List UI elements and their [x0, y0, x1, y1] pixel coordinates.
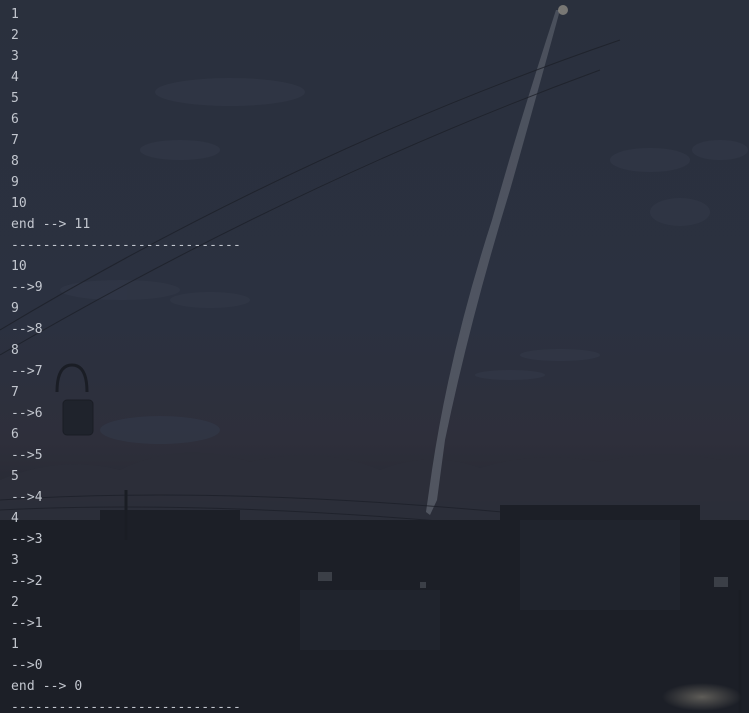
- console-line: -->0: [11, 658, 43, 673]
- console-line: -->9: [11, 280, 43, 295]
- console-line: 8: [11, 154, 19, 169]
- console-line: 7: [11, 133, 19, 148]
- console-line: -->8: [11, 322, 43, 337]
- console-line: 3: [11, 553, 19, 568]
- console-line: 9: [11, 301, 19, 316]
- console-line: 5: [11, 469, 19, 484]
- console-line: -----------------------------: [11, 238, 241, 253]
- console-line: 9: [11, 175, 19, 190]
- console-line: end --> 0: [11, 679, 83, 694]
- console-line: end --> 11: [11, 217, 91, 232]
- console-line: 4: [11, 70, 19, 85]
- console-line: -->1: [11, 616, 43, 631]
- console-line: -->5: [11, 448, 43, 463]
- console-line: 4: [11, 511, 19, 526]
- console-line: 1: [11, 7, 19, 22]
- console-line: 7: [11, 385, 19, 400]
- console-line: -->4: [11, 490, 43, 505]
- console-line: 8: [11, 343, 19, 358]
- console-line: -->2: [11, 574, 43, 589]
- console-line: -----------------------------: [11, 700, 241, 713]
- console-line: 2: [11, 595, 19, 610]
- console-line: 2: [11, 28, 19, 43]
- console-line: 6: [11, 112, 19, 127]
- console-line: -->7: [11, 364, 43, 379]
- console-line: 10: [11, 259, 27, 274]
- console-output: 1 2 3 4 5 6 7 8 9 10 end --> 11 -------------------…: [0, 0, 749, 713]
- console-line: 6: [11, 427, 19, 442]
- console-line: 1: [11, 637, 19, 652]
- console-line: -->3: [11, 532, 43, 547]
- console-line: -->6: [11, 406, 43, 421]
- console-line: 3: [11, 49, 19, 64]
- console-line: 5: [11, 91, 19, 106]
- console-line: 10: [11, 196, 27, 211]
